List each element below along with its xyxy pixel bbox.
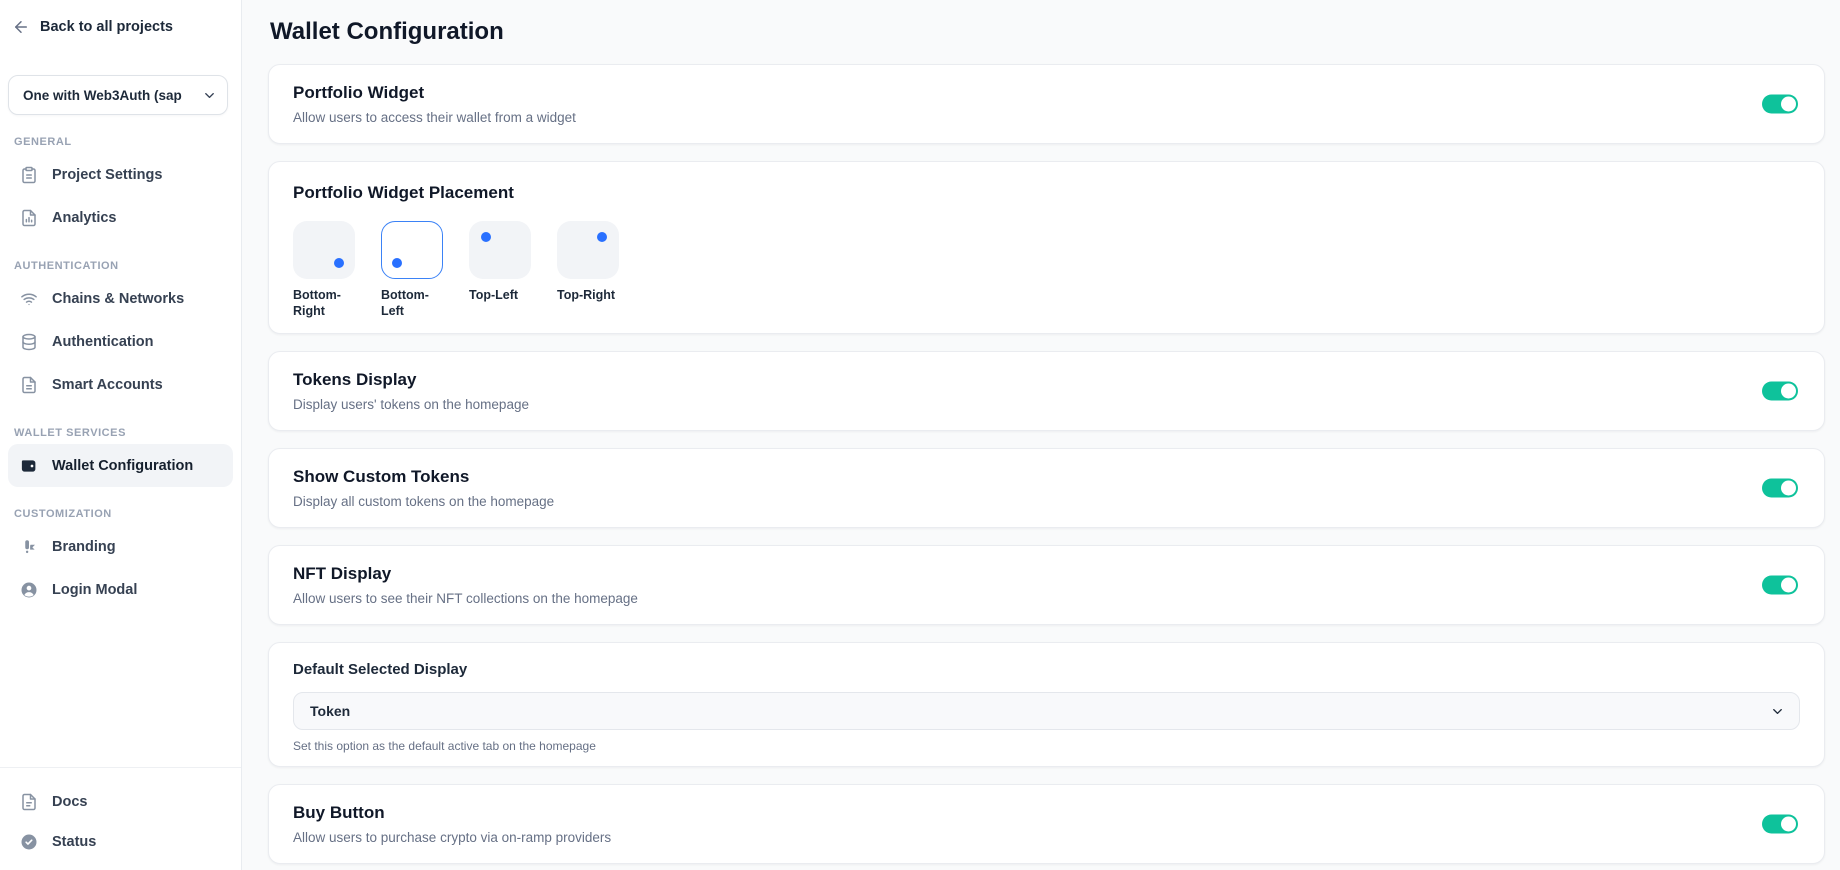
- toggle-knob: [1781, 578, 1796, 593]
- card-tokens-display: Tokens Display Display users' tokens on t…: [268, 351, 1825, 431]
- default-selected-display-select[interactable]: Token: [293, 692, 1800, 730]
- nav-section-header-wallet-services: WALLET SERVICES: [14, 427, 227, 439]
- sidebar-item-label: Authentication: [52, 334, 154, 350]
- sidebar-item-label: Analytics: [52, 210, 116, 226]
- placement-dot: [597, 232, 607, 242]
- sidebar-divider: [0, 767, 241, 768]
- nft-display-toggle[interactable]: [1762, 576, 1798, 595]
- card-title: Portfolio Widget Placement: [293, 182, 1800, 204]
- sidebar-item-login-modal[interactable]: Login Modal: [8, 568, 233, 611]
- placement-preview: [293, 221, 355, 279]
- toggle-knob: [1781, 817, 1796, 832]
- wifi-icon: [20, 290, 38, 308]
- card-default-selected-display: Default Selected Display Token Set this op…: [268, 642, 1825, 767]
- card-title: NFT Display: [293, 563, 1800, 585]
- file-icon: [20, 376, 38, 394]
- placement-option-top-right[interactable]: Top-Right: [557, 221, 619, 319]
- card-subtitle: Allow users to access their wallet from …: [293, 108, 1800, 128]
- card-subtitle: Allow users to purchase crypto via on-ra…: [293, 828, 1800, 848]
- brush-icon: [20, 538, 38, 556]
- select-helper-text: Set this option as the default active ta…: [293, 738, 1800, 754]
- portfolio-widget-toggle[interactable]: [1762, 95, 1798, 114]
- sidebar-footer-item-status[interactable]: Status: [8, 822, 233, 862]
- analytics-doc-icon: [20, 209, 38, 227]
- placement-option-label: Top-Left: [469, 287, 531, 303]
- placement-dot: [334, 258, 344, 268]
- card-show-custom-tokens: Show Custom Tokens Display all custom tok…: [268, 448, 1825, 528]
- chevron-down-icon: [1770, 704, 1785, 719]
- show-custom-tokens-toggle[interactable]: [1762, 479, 1798, 498]
- sidebar-item-label: Smart Accounts: [52, 377, 163, 393]
- back-to-projects-link[interactable]: Back to all projects: [8, 0, 233, 36]
- sidebar-footer: Docs Status: [8, 767, 233, 870]
- sidebar-item-authentication[interactable]: Authentication: [8, 320, 233, 363]
- placement-preview: [469, 221, 531, 279]
- placement-options: Bottom-Right Bottom-Left Top-Left Top-Right: [293, 221, 1800, 319]
- cards-container: Portfolio Widget Allow users to access th…: [268, 64, 1825, 870]
- card-portfolio-widget: Portfolio Widget Allow users to access th…: [268, 64, 1825, 144]
- wallet-icon: [20, 457, 38, 475]
- placement-preview: [557, 221, 619, 279]
- sidebar-item-wallet-configuration[interactable]: Wallet Configuration: [8, 444, 233, 487]
- card-buy-button: Buy Button Allow users to purchase crypto…: [268, 784, 1825, 864]
- select-value: Token: [310, 703, 1770, 719]
- chevron-down-icon: [202, 88, 217, 103]
- placement-option-top-left[interactable]: Top-Left: [469, 221, 531, 319]
- placement-preview: [381, 221, 443, 279]
- nav-section-header-authentication: AUTHENTICATION: [14, 260, 227, 272]
- database-icon: [20, 333, 38, 351]
- placement-option-label: Top-Right: [557, 287, 619, 303]
- placement-option-bottom-left[interactable]: Bottom-Left: [381, 221, 443, 319]
- doc-icon: [20, 793, 38, 811]
- toggle-knob: [1781, 384, 1796, 399]
- clipboard-icon: [20, 166, 38, 184]
- placement-option-bottom-right[interactable]: Bottom-Right: [293, 221, 355, 319]
- user-circle-icon: [20, 581, 38, 599]
- sidebar-footer-label: Status: [52, 834, 96, 850]
- sidebar-item-label: Project Settings: [52, 167, 162, 183]
- sidebar-item-label: Wallet Configuration: [52, 458, 193, 474]
- placement-option-label: Bottom-Right: [293, 287, 355, 319]
- sidebar: Back to all projects One with Web3Auth (…: [0, 0, 242, 870]
- sidebar-nav: GENERAL Project Settings Analytics AUTHENTI…: [8, 115, 233, 611]
- back-to-projects-label: Back to all projects: [40, 19, 173, 35]
- arrow-left-icon: [12, 18, 30, 36]
- sidebar-item-smart-accounts[interactable]: Smart Accounts: [8, 363, 233, 406]
- sidebar-item-analytics[interactable]: Analytics: [8, 196, 233, 239]
- placement-option-label: Bottom-Left: [381, 287, 443, 319]
- tokens-display-toggle[interactable]: [1762, 382, 1798, 401]
- placement-dot: [392, 258, 402, 268]
- project-selector-value: One with Web3Auth (sap: [23, 88, 198, 103]
- card-portfolio-widget-placement: Portfolio Widget PlacementBottom-RightBo…: [268, 161, 1825, 334]
- card-nft-display: NFT Display Allow users to see their NFT …: [268, 545, 1825, 625]
- card-subtitle: Allow users to see their NFT collections…: [293, 589, 1800, 609]
- nav-section-header-customization: CUSTOMIZATION: [14, 508, 227, 520]
- card-subtitle: Display users' tokens on the homepage: [293, 395, 1800, 415]
- sidebar-item-label: Login Modal: [52, 582, 137, 598]
- card-subtitle: Display all custom tokens on the homepag…: [293, 492, 1800, 512]
- toggle-knob: [1781, 481, 1796, 496]
- sidebar-footer-label: Docs: [52, 794, 87, 810]
- toggle-knob: [1781, 97, 1796, 112]
- nav-section-header-general: GENERAL: [14, 136, 227, 148]
- card-title: Show Custom Tokens: [293, 466, 1800, 488]
- sidebar-item-chains-networks[interactable]: Chains & Networks: [8, 277, 233, 320]
- sidebar-item-label: Branding: [52, 539, 116, 555]
- check-circle-icon: [20, 833, 38, 851]
- placement-dot: [481, 232, 491, 242]
- card-title: Buy Button: [293, 802, 1800, 824]
- card-title: Tokens Display: [293, 369, 1800, 391]
- sidebar-item-label: Chains & Networks: [52, 291, 184, 307]
- select-card-label: Default Selected Display: [293, 660, 1800, 680]
- sidebar-item-project-settings[interactable]: Project Settings: [8, 153, 233, 196]
- sidebar-item-branding[interactable]: Branding: [8, 525, 233, 568]
- project-selector[interactable]: One with Web3Auth (sap: [8, 75, 228, 115]
- buy-button-toggle[interactable]: [1762, 815, 1798, 834]
- page-title: Wallet Configuration: [270, 18, 1825, 46]
- card-title: Portfolio Widget: [293, 82, 1800, 104]
- main-content: Wallet Configuration Portfolio Widget All…: [242, 0, 1840, 870]
- sidebar-footer-item-docs[interactable]: Docs: [8, 782, 233, 822]
